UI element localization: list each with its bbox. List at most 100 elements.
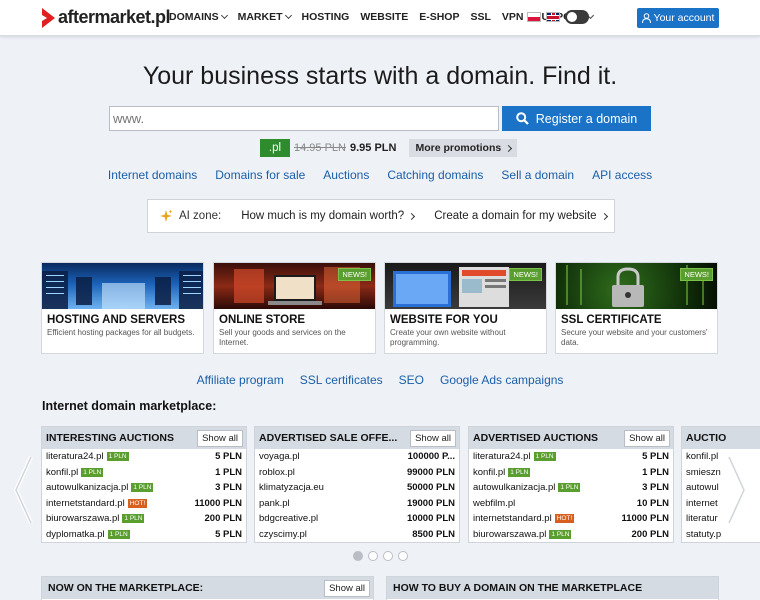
logo-arrow-icon (42, 7, 55, 28)
link-affiliate-program[interactable]: Affiliate program (197, 373, 284, 387)
list-item[interactable]: roblox.pl 99000 PLN (255, 465, 459, 481)
box-header: NOW ON THE MARKETPLACE: Show all (42, 577, 373, 599)
list-item[interactable]: konfil.pl 1 PLN 1 PLN (42, 465, 246, 481)
price-tag-badge: 1 PLN (508, 467, 531, 477)
link-ssl-certificates[interactable]: SSL certificates (300, 373, 383, 387)
list-item[interactable]: konfil.pl (682, 449, 760, 465)
show-all-button[interactable]: Show all (410, 429, 456, 447)
price: 200 PLN (204, 513, 243, 525)
list-item[interactable]: internetstandard.pl HOT! 11000 PLN (42, 496, 246, 512)
register-domain-button[interactable]: Register a domain (502, 106, 651, 131)
carousel-dot-4[interactable] (398, 551, 408, 561)
link-api-access[interactable]: API access (592, 168, 652, 182)
box-header: AUCTIO (682, 427, 760, 449)
show-all-button[interactable]: Show all (197, 429, 243, 447)
logo[interactable]: aftermarket.pl (42, 7, 171, 28)
domain-search-input[interactable] (109, 106, 499, 131)
box-title: HOW TO BUY A DOMAIN ON THE MARKETPLACE (393, 582, 643, 594)
domain-name: konfil.pl (46, 466, 79, 478)
show-all-button[interactable]: Show all (624, 429, 670, 447)
list-item[interactable]: autowulkanizacja.pl 1 PLN 3 PLN (42, 480, 246, 496)
price: 8500 PLN (412, 528, 455, 540)
carousel-prev-arrow-icon[interactable] (12, 455, 34, 525)
promo-tld-badge[interactable]: .pl (260, 139, 290, 157)
price-tag-badge: 1 PLN (558, 483, 581, 493)
register-label: Register a domain (535, 111, 638, 126)
list-item[interactable]: pank.pl 19000 PLN (255, 496, 459, 512)
nav-domains[interactable]: DOMAINS (169, 11, 228, 23)
price-tag-badge: 1 PLN (131, 483, 154, 493)
list-item[interactable]: klimatyzacja.eu 50000 PLN (255, 480, 459, 496)
list-item[interactable]: internet (682, 496, 760, 512)
carousel-dot-2[interactable] (368, 551, 378, 561)
list-item[interactable]: literatura24.pl 1 PLN 5 PLN (42, 449, 246, 465)
domain-name: czyscimy.pl (259, 528, 307, 540)
price: 200 PLN (631, 528, 670, 540)
your-account-button[interactable]: Your account (637, 8, 719, 28)
card-ssl-certificate[interactable]: NEWS! SSL CERTIFICATE Secure your websit… (555, 262, 718, 354)
list-item[interactable]: literatur (682, 511, 760, 527)
list-item[interactable]: internetstandard.pl HOT! 11000 PLN (469, 511, 673, 527)
domain-name: biurowarszawa.pl (46, 513, 120, 525)
list-item[interactable]: webfilm.pl 10 PLN (469, 496, 673, 512)
link-auctions[interactable]: Auctions (323, 168, 369, 182)
nav-website[interactable]: WEBSITE (360, 11, 408, 23)
carousel-dot-3[interactable] (383, 551, 393, 561)
promo-bar: .pl 14.95 PLN 9.95 PLN More promotions (260, 139, 518, 157)
nav-eshop[interactable]: E-SHOP (419, 11, 459, 23)
domain-name: webfilm.pl (473, 497, 516, 509)
list-item[interactable]: statuty.p (682, 527, 760, 543)
website-image: NEWS! (385, 263, 546, 309)
nav-market[interactable]: MARKET (238, 11, 292, 23)
list-item[interactable]: literatura24.pl 1 PLN 5 PLN (469, 449, 673, 465)
list-item[interactable]: biurowarszawa.pl 1 PLN 200 PLN (42, 511, 246, 527)
list-item[interactable]: biurowarszawa.pl 1 PLN 200 PLN (469, 527, 673, 543)
link-catching-domains[interactable]: Catching domains (387, 168, 483, 182)
card-online-store[interactable]: NEWS! ONLINE STORE Sell your goods and s… (213, 262, 376, 354)
domain-name: internet (686, 497, 718, 509)
ai-link-domain-worth[interactable]: How much is my domain worth? (241, 210, 416, 222)
list-item[interactable]: bdgcreative.pl 10000 PLN (255, 511, 459, 527)
list-item[interactable]: autowulkanizacja.pl 1 PLN 3 PLN (469, 480, 673, 496)
card-website[interactable]: NEWS! WEBSITE FOR YOU Create your own we… (384, 262, 547, 354)
list-item[interactable]: smieszn (682, 465, 760, 481)
nav-vpn[interactable]: VPN (502, 11, 524, 23)
list-item[interactable]: dyplomatka.pl 1 PLN 5 PLN (42, 527, 246, 543)
more-promotions-button[interactable]: More promotions (409, 139, 518, 157)
box-title: AUCTIO (686, 432, 727, 444)
nav-ssl[interactable]: SSL (470, 11, 490, 23)
card-description: Create your own website without programm… (390, 328, 506, 347)
how-to-buy-box: HOW TO BUY A DOMAIN ON THE MARKETPLACE (386, 576, 719, 600)
price: 10000 PLN (406, 513, 455, 525)
link-sell-a-domain[interactable]: Sell a domain (501, 168, 574, 182)
list-item[interactable]: konfil.pl 1 PLN 1 PLN (469, 465, 673, 481)
card-description: Sell your goods and services on the Inte… (219, 328, 346, 347)
list-item[interactable]: czyscimy.pl 8500 PLN (255, 527, 459, 543)
list-item[interactable]: autowul (682, 480, 760, 496)
dark-mode-toggle[interactable] (565, 10, 589, 24)
carousel-next-arrow-icon[interactable] (726, 455, 748, 525)
ai-link-label: How much is my domain worth? (241, 210, 405, 222)
link-seo[interactable]: SEO (399, 373, 424, 387)
link-domains-for-sale[interactable]: Domains for sale (215, 168, 305, 182)
card-hosting[interactable]: HOSTING AND SERVERS Efficient hosting pa… (41, 262, 204, 354)
domain-name: literatura24.pl (46, 451, 104, 463)
price-tag-badge: 1 PLN (106, 452, 129, 462)
secondary-links: Affiliate program SSL certificates SEO G… (0, 373, 760, 387)
price-tag-badge: 1 PLN (81, 467, 104, 477)
price: 5 PLN (215, 451, 242, 463)
carousel-dot-1[interactable] (353, 551, 363, 561)
ai-link-create-domain[interactable]: Create a domain for my website (434, 210, 608, 222)
chevron-right-icon (505, 144, 513, 152)
link-google-ads[interactable]: Google Ads campaigns (440, 373, 563, 387)
link-internet-domains[interactable]: Internet domains (108, 168, 197, 182)
show-all-button[interactable]: Show all (324, 579, 370, 597)
domain-name: autowulkanizacja.pl (46, 482, 129, 494)
nav-hosting[interactable]: HOSTING (302, 11, 350, 23)
english-flag-icon[interactable] (546, 12, 560, 22)
polish-flag-icon[interactable] (527, 12, 541, 22)
price: 11000 PLN (621, 513, 669, 525)
nav-label: HOSTING (301, 11, 350, 23)
domain-name: pank.pl (259, 497, 290, 509)
list-item[interactable]: voyaga.pl 100000 P... (255, 449, 459, 465)
